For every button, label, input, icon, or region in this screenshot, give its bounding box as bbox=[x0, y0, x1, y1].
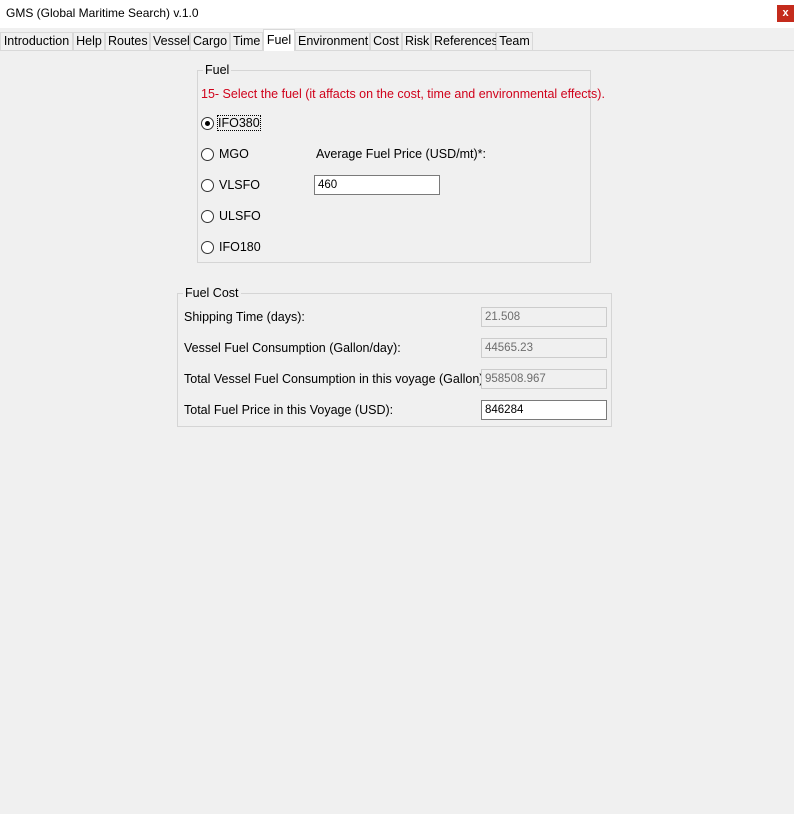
fuel-group-legend: Fuel bbox=[203, 63, 232, 77]
fuel-tab-panel: Fuel 15- Select the fuel (it affacts on … bbox=[0, 50, 794, 812]
tab-time[interactable]: Time bbox=[230, 32, 263, 50]
total-fuel-consumption-field: 958508.967 bbox=[481, 369, 607, 389]
tab-routes[interactable]: Routes bbox=[105, 32, 150, 50]
radio-ifo380[interactable] bbox=[201, 117, 214, 130]
radio-selected-dot bbox=[205, 121, 210, 126]
total-fuel-price-field[interactable]: 846284 bbox=[481, 400, 607, 420]
tab-fuel[interactable]: Fuel bbox=[263, 29, 295, 51]
vessel-fuel-consumption-field: 44565.23 bbox=[481, 338, 607, 358]
fuel-price-input[interactable]: 460 bbox=[314, 175, 440, 195]
fuel-instruction: 15- Select the fuel (it affacts on the c… bbox=[201, 87, 605, 101]
radio-ifo380-label[interactable]: IFO380 bbox=[217, 115, 261, 131]
radio-ulsfo-label[interactable]: ULSFO bbox=[219, 209, 261, 223]
title-bar: GMS (Global Maritime Search) v.1.0 x bbox=[0, 0, 794, 28]
radio-mgo-label[interactable]: MGO bbox=[219, 147, 249, 161]
vessel-fuel-consumption-label: Vessel Fuel Consumption (Gallon/day): bbox=[184, 341, 401, 355]
fuel-price-label: Average Fuel Price (USD/mt)*: bbox=[316, 147, 486, 161]
shipping-time-label: Shipping Time (days): bbox=[184, 310, 305, 324]
radio-ifo180-label[interactable]: IFO180 bbox=[219, 240, 261, 254]
total-fuel-consumption-label: Total Vessel Fuel Consumption in this vo… bbox=[184, 372, 487, 386]
shipping-time-field: 21.508 bbox=[481, 307, 607, 327]
tab-strip: Introduction Help Routes Vessel Cargo Ti… bbox=[0, 28, 794, 51]
tab-introduction[interactable]: Introduction bbox=[0, 32, 73, 50]
radio-ulsfo[interactable] bbox=[201, 210, 214, 223]
close-button[interactable]: x bbox=[777, 5, 794, 22]
tab-cargo[interactable]: Cargo bbox=[190, 32, 230, 50]
tab-environment[interactable]: Environment bbox=[295, 32, 370, 50]
tab-risk[interactable]: Risk bbox=[402, 32, 431, 50]
radio-mgo[interactable] bbox=[201, 148, 214, 161]
tab-help[interactable]: Help bbox=[73, 32, 105, 50]
tab-references[interactable]: References bbox=[431, 32, 498, 50]
window-title: GMS (Global Maritime Search) v.1.0 bbox=[6, 6, 199, 20]
total-fuel-price-label: Total Fuel Price in this Voyage (USD): bbox=[184, 403, 394, 417]
radio-vlsfo[interactable] bbox=[201, 179, 214, 192]
radio-vlsfo-label[interactable]: VLSFO bbox=[219, 178, 260, 192]
radio-ifo180[interactable] bbox=[201, 241, 214, 254]
tab-cost[interactable]: Cost bbox=[370, 32, 402, 50]
fuel-cost-group-legend: Fuel Cost bbox=[183, 286, 241, 300]
tab-team[interactable]: Team bbox=[496, 32, 533, 50]
tab-vessel[interactable]: Vessel bbox=[150, 32, 190, 50]
